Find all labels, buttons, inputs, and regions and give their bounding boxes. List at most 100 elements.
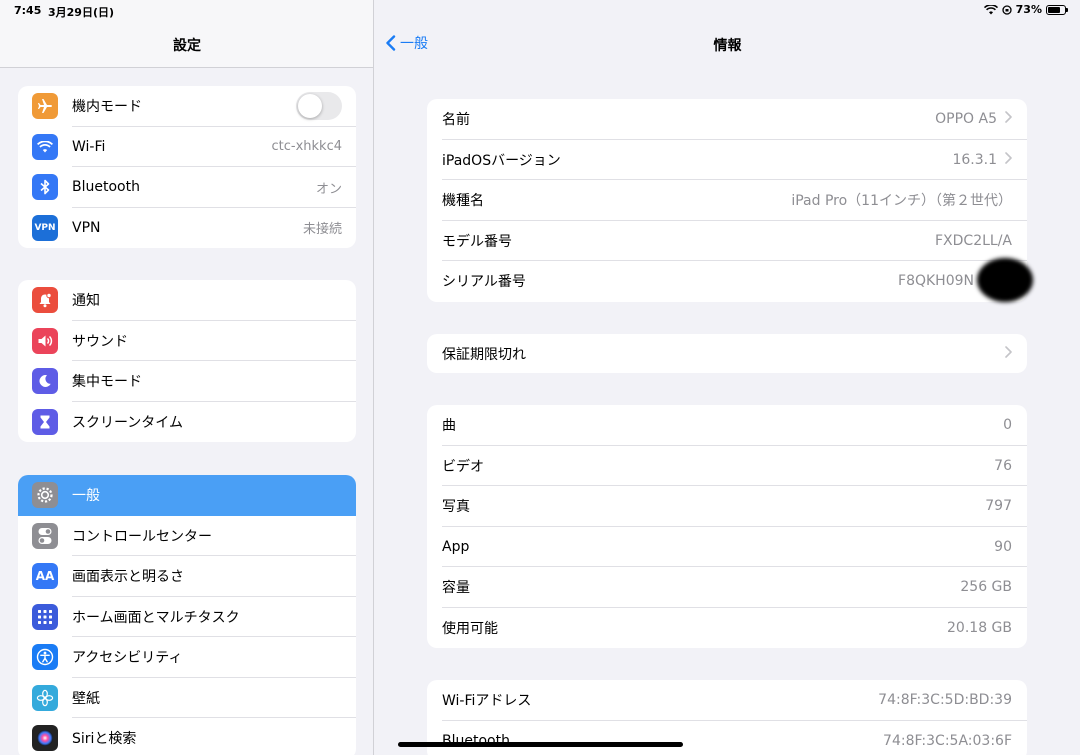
info-row-label: 名前 (442, 112, 470, 129)
sidebar-item-value: ctc-xhkkc4 (271, 139, 343, 155)
home-indicator[interactable] (398, 742, 683, 747)
sidebar-item[interactable]: Siriと検索 (18, 718, 356, 755)
sidebar-item-label: アクセシビリティ (72, 650, 183, 667)
info-row-label: App (442, 538, 470, 555)
gear-icon (32, 482, 58, 509)
sidebar-item-label: 壁紙 (72, 690, 100, 707)
battery-percent: 73% (1015, 3, 1042, 16)
moon-icon (32, 368, 58, 395)
info-row-value: 76 (994, 457, 1012, 474)
info-row-label: 保証期限切れ (442, 346, 526, 363)
info-row-label: 曲 (442, 418, 456, 435)
sidebar-item-label: サウンド (72, 333, 128, 350)
sidebar-item-label: VPN (72, 219, 101, 236)
orientation-lock-icon (1002, 4, 1012, 15)
sidebar-item-label: コントロールセンター (72, 528, 212, 545)
sidebar-item-label: 画面表示と明るさ (72, 569, 184, 586)
sidebar-item-label: Wi-Fi (72, 138, 106, 155)
sidebar-item[interactable]: スクリーンタイム (18, 402, 356, 443)
sidebar-title: 設定 (173, 38, 201, 54)
grid-icon (32, 603, 58, 630)
info-group: 曲 0 ビデオ 76 写真 797 App 90 容量 256 GB 使用可能 20.18 GB (427, 405, 1027, 648)
detail-title: 情報 (713, 38, 742, 54)
wifi-icon (32, 133, 58, 160)
serial-redaction-mark (977, 258, 1033, 302)
sidebar-item[interactable]: AA 画面表示と明るさ (18, 556, 356, 597)
info-row-label: シリアル番号 (442, 274, 526, 291)
sidebar-item-label: Bluetooth (72, 179, 140, 196)
info-row: App 90 (427, 527, 1027, 567)
sidebar-group: 一般コントロールセンター AA 画面表示と明るさホーム画面とマルチタスク アクセシビリ… (18, 475, 356, 755)
info-row-label: 使用可能 (442, 620, 498, 637)
text-size-icon: AA (32, 563, 58, 590)
info-row-value: 74:8F:3C:5D:BD:39 (878, 692, 1012, 709)
sidebar-item[interactable]: 壁紙 (18, 678, 356, 718)
bell-icon (32, 287, 58, 314)
info-row-label: 機種名 (442, 193, 484, 210)
status-bar: 7:45 3月29日(日) 73% (0, 0, 1080, 22)
sidebar-item-label: 一般 (72, 488, 100, 505)
info-row-value: 20.18 GB (947, 619, 1012, 636)
info-row[interactable]: 名前 OPPO A5 (427, 99, 1027, 140)
wifi-status-icon (983, 4, 998, 14)
info-row-value: 0 (1003, 417, 1012, 434)
airplane-icon (32, 93, 58, 120)
sidebar-item[interactable]: 通知 (18, 280, 356, 321)
sidebar-item[interactable]: Bluetooth オン (18, 167, 356, 208)
info-row-label: モデル番号 (442, 233, 512, 250)
info-row-value: 797 (985, 498, 1012, 515)
info-row-label: Wi-Fiアドレス (442, 693, 532, 710)
info-row-value: F8QKH09N (898, 273, 974, 290)
sidebar-item[interactable]: ホーム画面とマルチタスク (18, 597, 356, 637)
info-row-label: iPadOSバージョン (442, 152, 561, 169)
info-row-value: 16.3.1 (952, 151, 997, 168)
status-time: 7:45 (14, 4, 42, 17)
sidebar-item-label: ホーム画面とマルチタスク (72, 609, 240, 626)
info-row: 使用可能 20.18 GB (427, 608, 1027, 649)
about-detail-pane: 一般 情報 名前 OPPO A5 iPadOSバージョン 16.3.1 機種名 iPad … (375, 0, 1080, 755)
airplane-mode-toggle[interactable] (296, 92, 342, 121)
status-date: 3月29日(日) (48, 6, 115, 19)
info-row-label: 写真 (442, 499, 470, 516)
sidebar-item[interactable]: 一般 (18, 475, 356, 516)
sidebar-item[interactable]: サウンド (18, 321, 356, 361)
hourglass-icon (32, 408, 58, 435)
vpn-icon: VPN (32, 214, 58, 241)
sidebar-item[interactable]: 機内モード (18, 86, 356, 127)
switches-icon (32, 522, 58, 549)
settings-sidebar: 設定 機内モード Wi-Fi ctc-xhkkc4 Bluetooth オン VPN VPN… (0, 0, 374, 755)
sidebar-item-value: オン (315, 181, 342, 197)
sidebar-item-label: 集中モード (72, 374, 142, 391)
sidebar-item[interactable]: アクセシビリティ (18, 637, 356, 678)
chevron-right-icon (1005, 111, 1012, 127)
info-row: 曲0 (427, 405, 1027, 446)
sidebar-item-label: スクリーンタイム (72, 414, 184, 431)
chevron-right-icon (1005, 151, 1012, 168)
battery-fill (1048, 6, 1060, 13)
info-row: モデル番号 FXDC2LL/A (427, 221, 1027, 261)
sidebar-item[interactable]: 集中モード (18, 361, 356, 402)
info-row: シリアル番号 F8QKH09N (427, 261, 1027, 302)
sidebar-item[interactable]: Wi-Fi ctc-xhkkc4 (18, 127, 356, 167)
info-row-value: 74:8F:3C:5A:03:6F (883, 732, 1012, 749)
info-row[interactable]: 保証期限切れ (427, 334, 1027, 373)
info-group: 保証期限切れ (427, 334, 1027, 373)
sidebar-item-label: 通知 (72, 293, 100, 310)
info-row: 機種名 iPad Pro（11インチ）（第２世代） (427, 180, 1027, 221)
info-row[interactable]: iPadOSバージョン 16.3.1 (427, 140, 1027, 180)
info-row: 写真 797 (427, 486, 1027, 527)
sidebar-group: 機内モード Wi-Fi ctc-xhkkc4 Bluetooth オン VPN VPN 未接続 (18, 86, 356, 248)
info-row-value: iPad Pro（11インチ）（第２世代） (791, 193, 1012, 210)
bluetooth-icon (32, 174, 58, 201)
flower-icon (32, 684, 58, 711)
info-row-value: OPPO A5 (935, 111, 997, 128)
chevron-right-icon (1005, 345, 1012, 362)
info-row: 容量 256 GB (427, 567, 1027, 608)
sidebar-item-value: 未接続 (302, 222, 342, 238)
speaker-icon (32, 327, 58, 354)
sidebar-item[interactable]: VPN VPN 未接続 (18, 208, 356, 249)
info-row-label: 容量 (442, 580, 470, 597)
sidebar-item[interactable]: コントロールセンター (18, 516, 356, 556)
status-indicators: 73% (983, 3, 1068, 16)
battery-icon (1046, 4, 1068, 15)
